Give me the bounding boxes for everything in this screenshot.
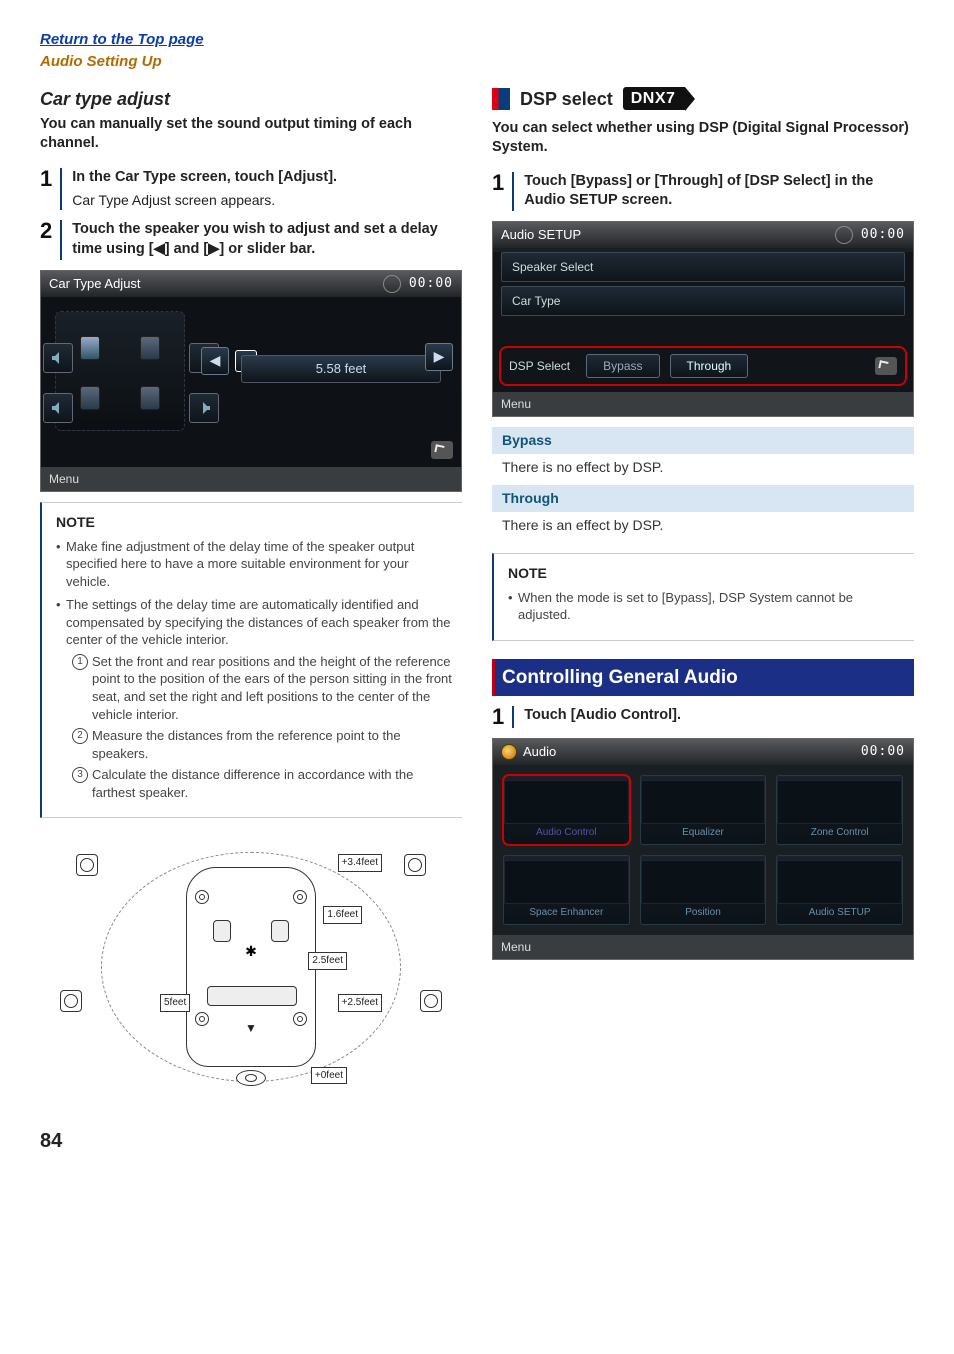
diagram-label-d: 5feet [160, 994, 190, 1012]
note-bullet-2: The settings of the delay time are autom… [56, 596, 456, 801]
def-through-text: There is an effect by DSP. [492, 512, 914, 543]
dsp-select-label: DSP Select [509, 358, 570, 374]
breadcrumb-section: Audio Setting Up [40, 52, 914, 72]
delay-left-arrow-button[interactable]: ◀ [201, 347, 229, 375]
audio-step-1: 1 Touch [Audio Control]. [492, 706, 914, 728]
seat-rear-left [80, 386, 100, 410]
tile-zone-control[interactable]: Zone Control [776, 775, 903, 845]
def-through-title: Through [492, 485, 914, 512]
step-1: 1 In the Car Type screen, touch [Adjust]… [40, 168, 462, 210]
speaker-rear-right-button[interactable] [189, 393, 219, 423]
audio-setup-clock: 00:00 [861, 226, 905, 244]
right-column: DSP select DNX7 You can select whether u… [492, 87, 914, 1103]
speaker-front-left-button[interactable] [43, 343, 73, 373]
diagram-label-b: 1.6feet [323, 906, 362, 924]
audio-icon [501, 744, 517, 760]
speaker-select-row[interactable]: Speaker Select [501, 252, 905, 282]
bypass-button[interactable]: Bypass [586, 354, 659, 378]
car-type-row[interactable]: Car Type [501, 286, 905, 316]
car-type-adjust-screenshot: Car Type Adjust 00:00 ◀ [40, 270, 462, 492]
dnx7-badge: DNX7 [623, 87, 686, 111]
audio-step-1-number: 1 [492, 706, 504, 728]
note-title-right: NOTE [508, 564, 908, 583]
tile-position[interactable]: Position [640, 855, 767, 925]
dsp-step-1-number: 1 [492, 172, 504, 194]
audio-title: Audio [523, 743, 556, 761]
tile-space-enhancer[interactable]: Space Enhancer [503, 855, 630, 925]
delay-value: 5.58 feet [241, 355, 441, 383]
gear-icon [383, 275, 401, 293]
car-diagram [55, 311, 185, 431]
dsp-select-row: DSP Select Bypass Through [499, 346, 907, 386]
ext-speaker-rr [420, 990, 442, 1012]
dsp-lead: You can select whether using DSP (Digita… [492, 119, 914, 158]
controlling-general-audio-heading: Controlling General Audio [492, 659, 914, 697]
dsp-step-1-instruction: Touch [Bypass] or [Through] of [DSP Sele… [524, 172, 914, 211]
dsp-select-heading: DSP select [520, 87, 613, 111]
audio-setup-screenshot: Audio SETUP 00:00 Speaker Select Car Typ… [492, 221, 914, 417]
return-to-top-link[interactable]: Return to the Top page [40, 30, 914, 50]
dsp-step-1: 1 Touch [Bypass] or [Through] of [DSP Se… [492, 172, 914, 211]
step-2: 2 Touch the speaker you wish to adjust a… [40, 220, 462, 259]
step-2-number: 2 [40, 220, 52, 242]
tile-audio-setup[interactable]: Audio SETUP [776, 855, 903, 925]
note-title: NOTE [56, 513, 456, 532]
tile-audio-control[interactable]: Audio Control [503, 775, 630, 845]
diagram-label-f: +0feet [311, 1067, 347, 1085]
seat-rear-right [140, 386, 160, 410]
note-box-right: NOTE When the mode is set to [Bypass], D… [492, 553, 914, 641]
top-links: Return to the Top page Audio Setting Up [40, 30, 914, 73]
cta-clock: 00:00 [409, 275, 453, 293]
audio-setup-menu-button[interactable]: Menu [501, 396, 531, 412]
speaker-rear-left-button[interactable] [43, 393, 73, 423]
step-1-instruction: In the Car Type screen, touch [Adjust]. [72, 168, 462, 188]
back-icon[interactable] [875, 357, 897, 375]
delay-right-arrow-button[interactable]: ▶ [425, 343, 453, 371]
note-ordered-1: Set the front and rear positions and the… [72, 653, 456, 723]
diagram-label-e: +2.5feet [338, 994, 382, 1012]
step-1-number: 1 [40, 168, 52, 190]
ext-speaker-fr [404, 854, 426, 876]
ext-speaker-rl [60, 990, 82, 1012]
note-right-bullet-1: When the mode is set to [Bypass], DSP Sy… [508, 589, 908, 624]
audio-clock: 00:00 [861, 743, 905, 761]
ext-speaker-fl [76, 854, 98, 876]
through-button[interactable]: Through [670, 354, 749, 378]
def-bypass-text: There is no effect by DSP. [492, 454, 914, 485]
step-2-instruction: Touch the speaker you wish to adjust and… [72, 220, 462, 259]
gear-icon [835, 226, 853, 244]
diagram-label-c: 2.5feet [308, 952, 347, 970]
cta-title: Car Type Adjust [49, 275, 141, 293]
note-bullet-1: Make fine adjustment of the delay time o… [56, 538, 456, 591]
left-column: Car type adjust You can manually set the… [40, 87, 462, 1103]
note-ordered-2: Measure the distances from the reference… [72, 727, 456, 762]
car-type-adjust-lead: You can manually set the sound output ti… [40, 115, 462, 154]
audio-setup-title: Audio SETUP [501, 226, 581, 244]
audio-step-1-instruction: Touch [Audio Control]. [524, 706, 914, 726]
distance-diagram: ✱ ▼ +3.4feet 1.6feet 2.5feet 5feet +2.5f… [40, 832, 462, 1102]
page-number: 84 [40, 1128, 914, 1155]
note-box-left: NOTE Make fine adjustment of the delay t… [40, 502, 462, 819]
car-type-adjust-heading: Car type adjust [40, 87, 462, 111]
audio-menu-screenshot: Audio 00:00 Audio Control Equalizer Zone… [492, 738, 914, 960]
audio-menu-button[interactable]: Menu [501, 939, 531, 955]
diagram-label-a: +3.4feet [338, 854, 382, 872]
step-1-result: Car Type Adjust screen appears. [72, 191, 462, 210]
definition-bypass: Bypass There is no effect by DSP. Throug… [492, 427, 914, 543]
def-bypass-title: Bypass [492, 427, 914, 454]
tile-equalizer[interactable]: Equalizer [640, 775, 767, 845]
back-icon[interactable] [431, 441, 453, 459]
heading-marker-icon [492, 88, 510, 110]
note-ordered-3: Calculate the distance difference in acc… [72, 766, 456, 801]
seat-front-right [140, 336, 160, 360]
seat-front-left [80, 336, 100, 360]
cta-menu-button[interactable]: Menu [49, 471, 79, 487]
